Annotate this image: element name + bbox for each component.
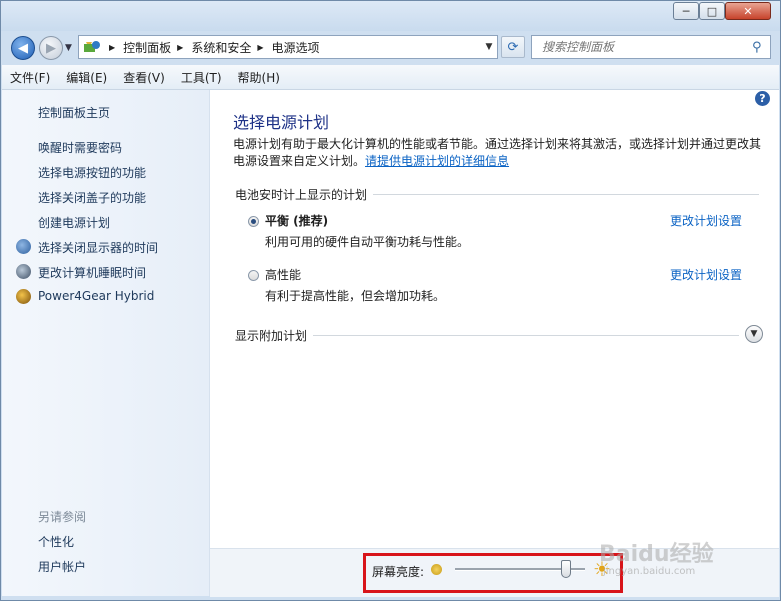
search-icon[interactable]: ⚲: [752, 40, 770, 55]
plan-balanced-desc: 利用可用的硬件自动平衡功耗与性能。: [265, 235, 470, 249]
sidebar-item-create-plan[interactable]: 创建电源计划: [38, 214, 110, 231]
forward-button[interactable]: ▶: [39, 36, 63, 60]
sidebar-item-user-accounts[interactable]: 用户帐户: [38, 558, 86, 575]
sidebar-item-wake-password[interactable]: 唤醒时需要密码: [38, 139, 122, 156]
menu-file[interactable]: 文件(F): [2, 69, 58, 86]
sidebar: 控制面板主页 唤醒时需要密码 选择电源按钮的功能 选择关闭盖子的功能 创建电源计…: [2, 90, 210, 596]
sidebar-item-power-button[interactable]: 选择电源按钮的功能: [38, 164, 146, 181]
sidebar-item-power4gear[interactable]: Power4Gear Hybrid: [38, 289, 154, 303]
moon-icon: [16, 264, 31, 279]
breadcrumb-power-options[interactable]: 电源选项: [272, 39, 320, 56]
breadcrumb-control-panel[interactable]: 控制面板: [123, 39, 171, 56]
control-panel-icon: [81, 37, 103, 57]
section-title: 电池安时计上显示的计划: [235, 188, 374, 202]
back-button[interactable]: ◀: [11, 36, 35, 60]
refresh-icon: ⟳: [507, 39, 519, 55]
search-box: ⚲: [531, 35, 771, 59]
see-also-title: 另请参阅: [38, 510, 87, 524]
main-panel: ? 选择电源计划 电源计划有助于最大化计算机的性能或者节能。通过选择计划来将其激…: [210, 90, 779, 548]
search-input[interactable]: [540, 39, 752, 55]
sidebar-item-display-off[interactable]: 选择关闭显示器的时间: [38, 239, 158, 256]
page-title: 选择电源计划: [233, 113, 330, 132]
control-panel-window: ─ □ ✕ ◀ ▶ ▼ ▶ 控制面板 ▶ 系统和安全 ▶ 电源选项 ▼ ⟳ ⚲: [0, 0, 781, 601]
plan-balanced-radio[interactable]: [248, 216, 259, 227]
power4gear-icon: [16, 289, 31, 304]
minimize-button[interactable]: ─: [673, 2, 699, 20]
close-button[interactable]: ✕: [725, 2, 771, 20]
breadcrumb: ▶ 控制面板 ▶ 系统和安全 ▶ 电源选项: [103, 39, 320, 56]
forward-arrow-icon: ▶: [46, 40, 56, 56]
plan-high-performance-desc: 有利于提高性能，但会增加功耗。: [265, 289, 446, 303]
address-dropdown-icon[interactable]: ▼: [481, 42, 497, 52]
menu-tools[interactable]: 工具(T): [173, 69, 230, 86]
help-icon[interactable]: ?: [755, 91, 770, 106]
plan-details-link[interactable]: 请提供电源计划的详细信息: [365, 154, 509, 168]
plan-balanced-name[interactable]: 平衡 (推荐): [265, 212, 328, 229]
plan-balanced-settings-link[interactable]: 更改计划设置: [670, 212, 742, 229]
menu-view[interactable]: 查看(V): [115, 69, 173, 86]
chevron-down-icon[interactable]: ▼: [745, 325, 763, 343]
breadcrumb-chevron-icon: ▶: [109, 42, 116, 52]
breadcrumb-system-security[interactable]: 系统和安全: [191, 39, 251, 56]
plan-high-performance-name[interactable]: 高性能: [265, 266, 301, 283]
additional-plans-label[interactable]: 显示附加计划: [235, 329, 314, 343]
menu-bar: 文件(F) 编辑(E) 查看(V) 工具(T) 帮助(H): [2, 65, 779, 90]
watermark: Baidu经验: [599, 542, 714, 567]
refresh-button[interactable]: ⟳: [501, 36, 525, 58]
sidebar-item-personalization[interactable]: 个性化: [38, 533, 74, 550]
page-description: 电源计划有助于最大化计算机的性能或者节能。通过选择计划来将其激活，或选择计划并通…: [233, 136, 763, 170]
sidebar-item-sleep-time[interactable]: 更改计算机睡眠时间: [38, 264, 146, 281]
recent-pages-dropdown-icon[interactable]: ▼: [65, 43, 72, 53]
content-area: 控制面板主页 唤醒时需要密码 选择电源按钮的功能 选择关闭盖子的功能 创建电源计…: [2, 90, 779, 597]
plan-high-performance-radio[interactable]: [248, 270, 259, 281]
menu-edit[interactable]: 编辑(E): [58, 69, 115, 86]
display-icon: [16, 239, 31, 254]
highlight-box: [363, 553, 623, 593]
back-arrow-icon: ◀: [18, 40, 28, 56]
breadcrumb-chevron-icon: ▶: [257, 42, 264, 52]
sidebar-item-home[interactable]: 控制面板主页: [38, 104, 110, 121]
breadcrumb-chevron-icon: ▶: [177, 42, 184, 52]
battery-plans-section: 电池安时计上显示的计划: [235, 186, 759, 202]
menu-help[interactable]: 帮助(H): [230, 69, 288, 86]
address-bar[interactable]: ▶ 控制面板 ▶ 系统和安全 ▶ 电源选项 ▼: [78, 35, 498, 59]
address-row: ◀ ▶ ▼ ▶ 控制面板 ▶ 系统和安全 ▶ 电源选项 ▼ ⟳ ⚲: [1, 31, 780, 65]
watermark-url: jingyan.baidu.com: [603, 566, 696, 577]
plan-high-performance-settings-link[interactable]: 更改计划设置: [670, 266, 742, 283]
sidebar-item-lid-close[interactable]: 选择关闭盖子的功能: [38, 189, 146, 206]
title-bar: ─ □ ✕: [1, 1, 780, 31]
additional-plans-section[interactable]: 显示附加计划: [235, 327, 739, 343]
maximize-button[interactable]: □: [699, 2, 725, 20]
